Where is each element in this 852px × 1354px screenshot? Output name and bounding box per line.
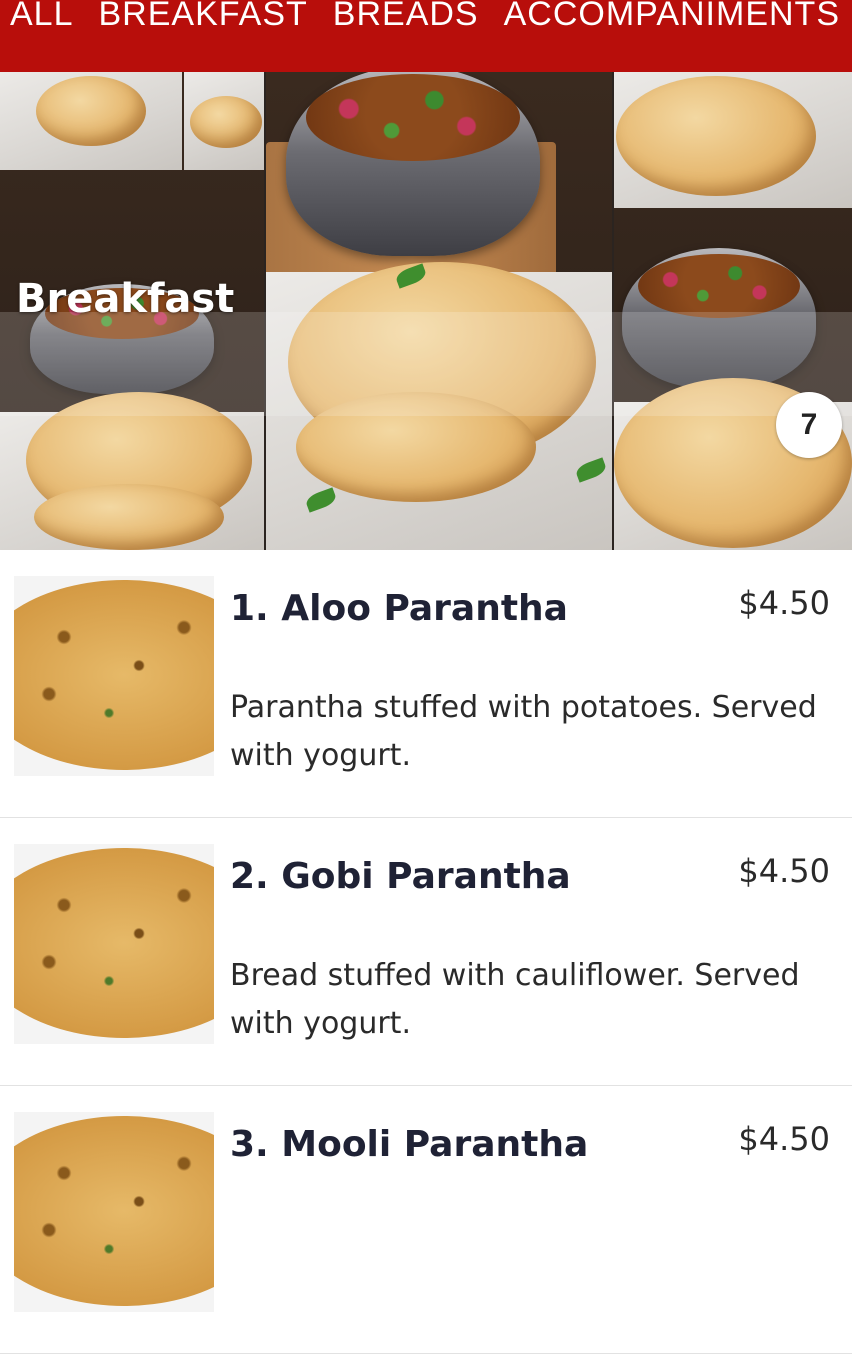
menu-item[interactable]: 1. Aloo Parantha $4.50 Parantha stuffed … (0, 550, 852, 818)
item-name: 1. Aloo Parantha (230, 588, 568, 629)
item-count-badge: 7 (776, 392, 842, 458)
aloo-parantha-photo (14, 576, 214, 776)
tab-accompaniments[interactable]: ACCOMPANIMENTS (504, 0, 840, 36)
item-price: $4.50 (738, 584, 830, 622)
category-title: Breakfast (16, 276, 235, 322)
hero-title-band (0, 312, 852, 416)
item-description: Parantha stuffed with potatoes. Served w… (230, 690, 817, 773)
mooli-parantha-photo (14, 1112, 214, 1312)
hero-photo-right (614, 72, 852, 550)
gobi-parantha-photo (14, 844, 214, 1044)
item-name: 2. Gobi Parantha (230, 856, 571, 897)
item-name: 3. Mooli Parantha (230, 1124, 589, 1165)
item-description: Bread stuffed with cauliflower. Served w… (230, 958, 800, 1041)
menu-item[interactable]: 2. Gobi Parantha $4.50 Bread stuffed wit… (0, 818, 852, 1086)
menu-list: 1. Aloo Parantha $4.50 Parantha stuffed … (0, 550, 852, 1354)
item-price: $4.50 (738, 852, 830, 890)
tab-breakfast[interactable]: BREAKFAST (99, 0, 308, 36)
category-tabs: ALL BREAKFAST BREADS ACCOMPANIMENTS (10, 0, 852, 36)
tab-breads[interactable]: BREADS (333, 0, 479, 36)
tab-all[interactable]: ALL (10, 0, 74, 36)
hero-photo-center (266, 72, 612, 550)
menu-item[interactable]: 3. Mooli Parantha $4.50 (0, 1086, 852, 1354)
item-price: $4.50 (738, 1120, 830, 1158)
category-bar: ALL BREAKFAST BREADS ACCOMPANIMENTS (0, 0, 852, 73)
